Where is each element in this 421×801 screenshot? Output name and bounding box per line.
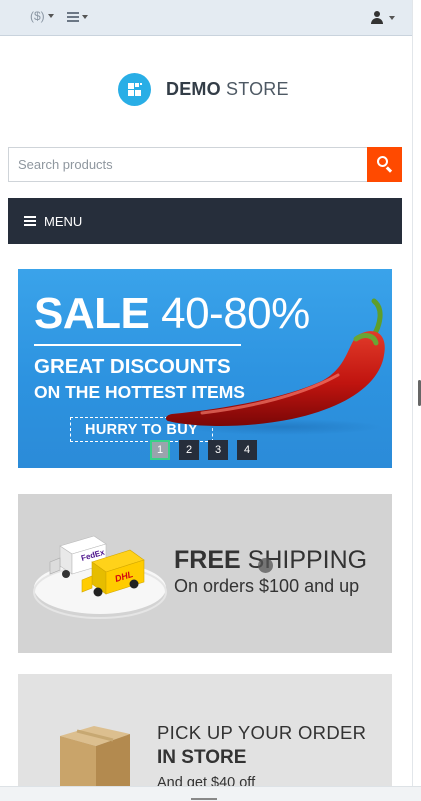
chevron-down-icon: [82, 15, 88, 19]
currency-selector[interactable]: ($): [30, 9, 54, 23]
logo-icon: [118, 73, 151, 106]
pointer-cursor-icon: [258, 558, 273, 573]
shipping-subtitle: On orders $100 and up: [174, 576, 360, 596]
chevron-down-icon: [47, 14, 54, 18]
search-button[interactable]: [367, 147, 402, 182]
sale-banner[interactable]: SALE 40-80% GREAT DISCOUNTS ON THE HOTTE…: [18, 269, 392, 468]
hamburger-icon: [24, 216, 36, 226]
search-input[interactable]: [8, 147, 367, 182]
free-shipping-banner[interactable]: FedEx DHL FREE SHIPPING On orders $100 a…: [18, 494, 392, 653]
account-menu[interactable]: [370, 11, 395, 25]
shipping-title-bold: FREE: [174, 546, 241, 574]
store-name-light: STORE: [226, 79, 289, 99]
chili-pepper-image: [165, 298, 385, 435]
bottom-bar: [0, 786, 421, 801]
view-mode-selector[interactable]: [67, 12, 88, 22]
pickup-in-store-banner[interactable]: PICK UP YOUR ORDER IN STORE And get $40 …: [18, 674, 392, 801]
pickup-line-1: PICK UP YOUR ORDER: [157, 722, 367, 743]
list-icon: [67, 12, 79, 22]
menu-toggle[interactable]: MENU: [8, 198, 402, 244]
store-name: DEMO STORE: [166, 79, 289, 100]
search-bar: [8, 147, 402, 182]
store-logo[interactable]: DEMO STORE: [118, 73, 289, 106]
page: ($) DEMO STORE Search products MENU SALE…: [0, 0, 421, 801]
top-bar: ($): [0, 0, 412, 36]
slide-dot-4[interactable]: 4: [237, 440, 257, 460]
currency-label: ($): [30, 9, 45, 23]
sale-word: SALE: [34, 289, 150, 338]
slide-dot-2[interactable]: 2: [179, 440, 199, 460]
delivery-trucks-image: FedEx DHL: [33, 535, 167, 619]
user-icon: [370, 11, 384, 25]
pickup-line-2: IN STORE: [157, 747, 247, 768]
slide-dot-3[interactable]: 3: [208, 440, 228, 460]
resize-grip-icon[interactable]: [191, 798, 217, 800]
chevron-down-icon: [389, 16, 395, 20]
slide-dot-1[interactable]: 1: [150, 440, 170, 460]
menu-label: MENU: [44, 213, 83, 229]
slider-pagination: 1 2 3 4: [150, 440, 257, 460]
store-name-bold: DEMO: [166, 79, 221, 99]
